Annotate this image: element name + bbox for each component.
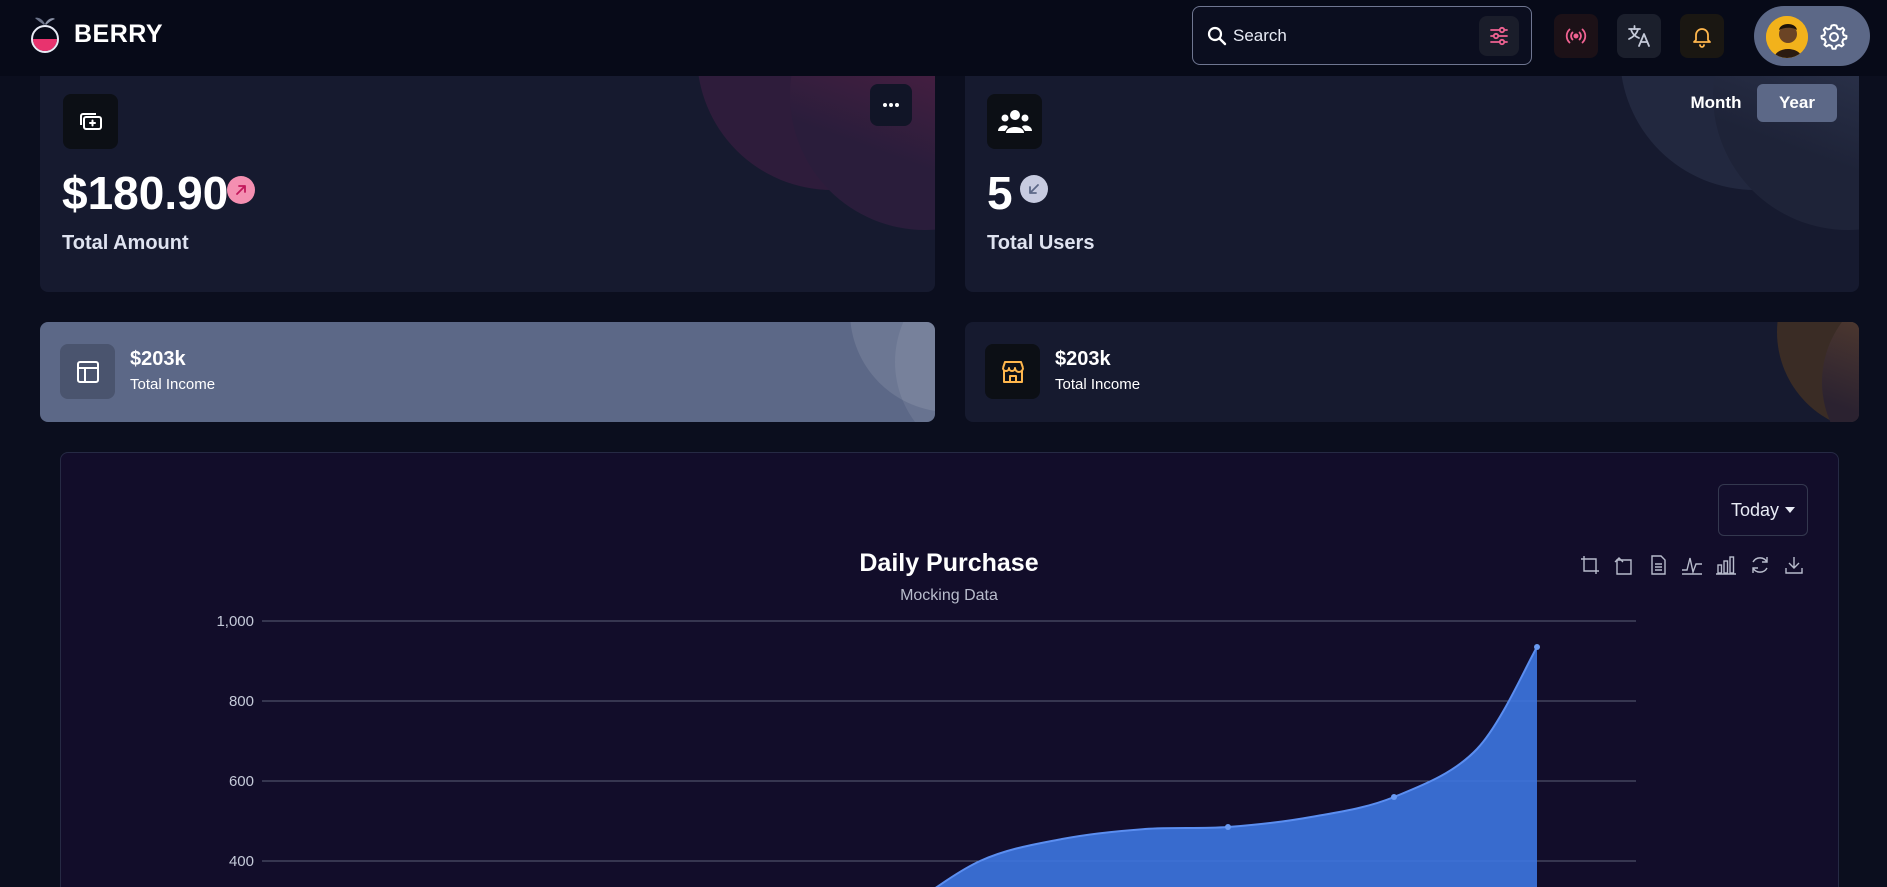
save-image-icon[interactable] bbox=[1782, 553, 1806, 577]
search-box[interactable] bbox=[1192, 6, 1532, 65]
language-button[interactable] bbox=[1617, 14, 1661, 58]
store-icon-box bbox=[985, 344, 1040, 399]
total-users-value: 5 bbox=[987, 167, 1013, 219]
income-value: $203k bbox=[130, 348, 186, 370]
brand[interactable]: BERRY bbox=[28, 14, 163, 54]
y-tick-label: 400 bbox=[229, 853, 254, 870]
total-amount-card: $180.90 Total Amount bbox=[40, 60, 935, 292]
wallet-icon-box bbox=[63, 94, 118, 149]
bell-icon bbox=[1693, 28, 1711, 48]
search-icon bbox=[1207, 26, 1227, 46]
data-point[interactable] bbox=[1391, 794, 1397, 800]
search-filter-button[interactable] bbox=[1479, 16, 1519, 56]
caret-down-icon bbox=[1785, 507, 1796, 513]
daily-purchase-chart: 400 600 800 1,000 bbox=[216, 613, 1636, 887]
income-label: Total Income bbox=[1055, 376, 1141, 393]
toggle-year-button[interactable]: Year bbox=[1757, 84, 1837, 122]
table-icon-box bbox=[60, 344, 115, 399]
gear-icon[interactable] bbox=[1820, 22, 1848, 50]
income-label: Total Income bbox=[130, 376, 216, 393]
total-income-card-primary: $203k Total Income bbox=[40, 322, 935, 422]
avatar-image bbox=[1766, 16, 1808, 58]
brand-name: BERRY bbox=[74, 19, 164, 48]
chart-toolbox bbox=[1578, 553, 1806, 577]
total-income-card-secondary: $203k Total Income bbox=[965, 322, 1859, 422]
arrow-up-right-icon bbox=[236, 185, 246, 195]
data-point[interactable] bbox=[1534, 644, 1540, 650]
berry-logo bbox=[31, 17, 59, 53]
top-header: BERRY bbox=[0, 0, 1887, 76]
toggle-month-button[interactable]: Month bbox=[1684, 84, 1748, 122]
y-tick-label: 1,000 bbox=[216, 613, 254, 630]
search-input[interactable] bbox=[1233, 23, 1463, 49]
zoom-icon[interactable] bbox=[1578, 553, 1602, 577]
arrow-down-left-icon bbox=[1029, 184, 1039, 194]
notifications-button[interactable] bbox=[1680, 14, 1724, 58]
bar-type-icon[interactable] bbox=[1714, 553, 1738, 577]
live-icon bbox=[1565, 28, 1587, 44]
table-layout-icon bbox=[76, 360, 99, 383]
decor-circle bbox=[790, 60, 935, 230]
profile-menu-button[interactable] bbox=[1754, 6, 1870, 66]
more-options-button[interactable] bbox=[870, 84, 912, 126]
range-select-label: Today bbox=[1730, 499, 1780, 520]
line-type-icon[interactable] bbox=[1680, 553, 1704, 577]
total-amount-label: Total Amount bbox=[62, 232, 189, 254]
range-select-button[interactable]: Today bbox=[1718, 484, 1808, 536]
trend-up-badge bbox=[227, 176, 255, 204]
series-area bbox=[936, 647, 1537, 887]
total-amount-value: $180.90 bbox=[62, 167, 229, 219]
sliders-icon bbox=[1490, 26, 1508, 46]
users-icon bbox=[997, 109, 1032, 133]
translate-icon bbox=[1628, 25, 1650, 47]
y-tick-label: 800 bbox=[229, 693, 254, 710]
decor-circle bbox=[895, 322, 935, 422]
data-view-icon[interactable] bbox=[1646, 553, 1670, 577]
zoom-reset-icon[interactable] bbox=[1612, 553, 1636, 577]
income-value: $203k bbox=[1055, 348, 1111, 370]
users-icon-box bbox=[987, 94, 1042, 149]
trend-down-badge bbox=[1020, 175, 1048, 203]
store-icon bbox=[1001, 360, 1024, 383]
restore-icon[interactable] bbox=[1748, 553, 1772, 577]
y-tick-label: 600 bbox=[229, 773, 254, 790]
live-button[interactable] bbox=[1554, 14, 1598, 58]
wallet-icon bbox=[79, 112, 102, 130]
data-point[interactable] bbox=[1225, 824, 1231, 830]
avatar bbox=[1766, 16, 1808, 58]
total-users-label: Total Users bbox=[987, 232, 1095, 254]
more-horizontal-icon bbox=[883, 103, 899, 107]
